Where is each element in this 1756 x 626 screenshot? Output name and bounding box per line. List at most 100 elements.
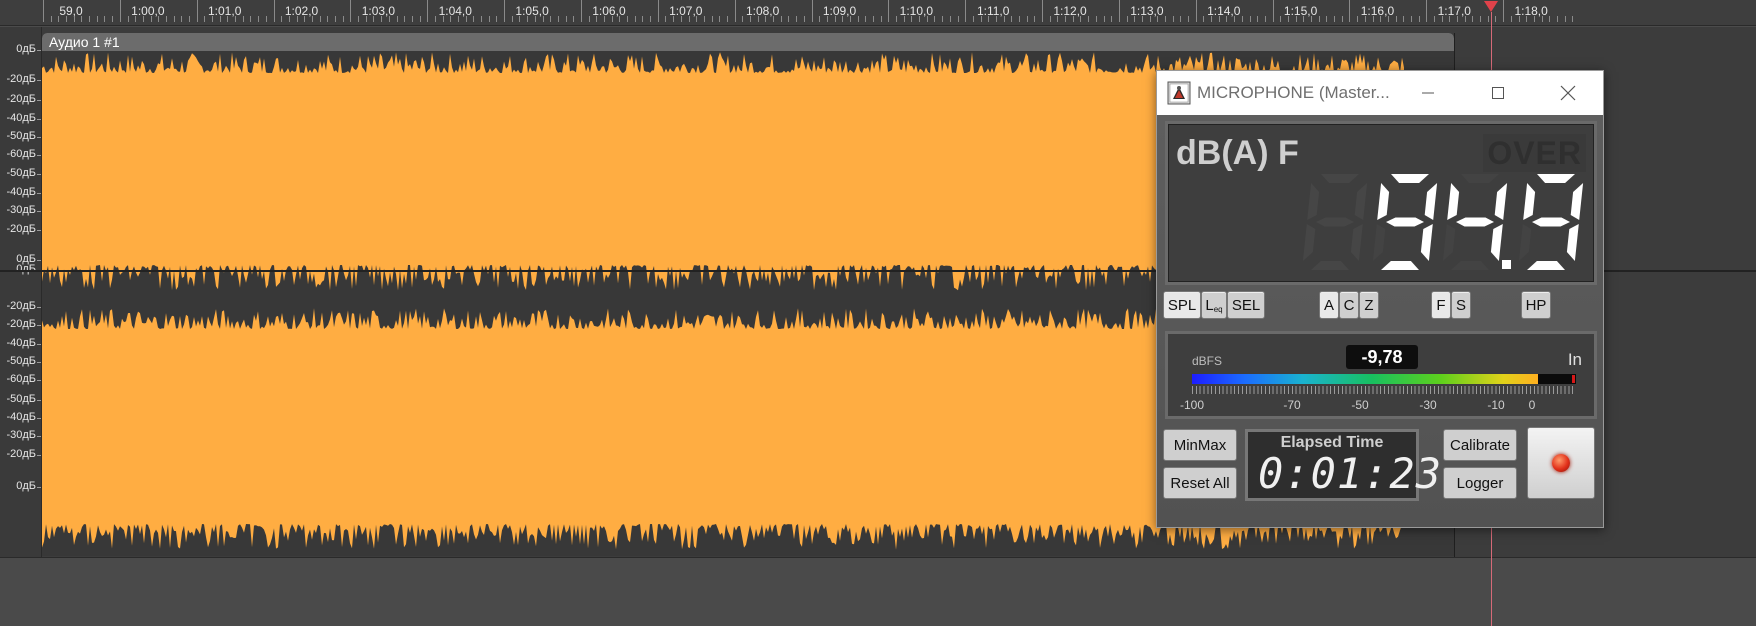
ruler-minor-tick: [719, 16, 721, 22]
ruler-minor-tick: [1141, 16, 1143, 22]
fast-response-button[interactable]: F: [1431, 291, 1451, 319]
logger-button[interactable]: Logger: [1443, 467, 1517, 499]
ruler-minor-tick: [227, 16, 229, 22]
seven-segment: [1442, 224, 1456, 261]
hp-filter-label: HP: [1525, 296, 1547, 314]
seven-segment: [1321, 174, 1359, 183]
c-weighting-button[interactable]: C: [1339, 291, 1359, 319]
leq-mode-label: L: [1205, 296, 1214, 314]
scale-label: -70: [1283, 398, 1301, 412]
clip-header[interactable]: Аудио 1 #1: [42, 33, 1454, 51]
ruler-minor-tick: [995, 16, 997, 22]
slow-response-button[interactable]: S: [1451, 291, 1471, 319]
ruler-minor-tick: [880, 16, 882, 22]
seven-segment: [1311, 261, 1349, 270]
ruler-minor-tick: [565, 16, 567, 22]
ruler-minor-tick: [219, 16, 221, 22]
ruler-minor-tick: [150, 16, 152, 22]
seven-segment: [1523, 183, 1536, 220]
ruler-minor-tick: [1472, 16, 1474, 22]
meter-titlebar[interactable]: MICROPHONE (Master...: [1157, 71, 1603, 115]
seven-segment: [1566, 224, 1579, 261]
empty-track-area[interactable]: [0, 557, 1756, 626]
ruler-minor-tick: [1418, 16, 1420, 22]
ruler-minor-tick: [1057, 16, 1059, 22]
db-scale-tick: [37, 260, 41, 261]
db-scale-tick: [37, 436, 41, 437]
ruler-minor-tick: [319, 16, 321, 22]
playhead-marker[interactable]: [1484, 1, 1498, 12]
ruler-minor-tick: [288, 16, 290, 22]
ruler-minor-tick: [1334, 16, 1336, 22]
db-scale-tick: [37, 211, 41, 212]
ruler-minor-tick: [826, 16, 828, 22]
ruler-minor-tick: [158, 16, 160, 22]
ruler-minor-tick: [1065, 16, 1067, 22]
ruler-minor-tick: [1326, 16, 1328, 22]
ruler-major-tick: [734, 0, 736, 22]
record-button[interactable]: [1527, 427, 1595, 499]
db-scale-label: -60дБ: [6, 373, 36, 385]
ruler-minor-tick: [1218, 16, 1220, 22]
ruler-minor-tick: [926, 16, 928, 22]
elapsed-time-panel: Elapsed Time 0:01:23: [1245, 429, 1441, 501]
ruler-minor-tick: [488, 16, 490, 22]
ruler-minor-tick: [1341, 16, 1343, 22]
ruler-minor-tick: [557, 16, 559, 22]
ruler-minor-tick: [311, 16, 313, 22]
ruler-major-tick: [888, 0, 890, 22]
over-indicator: OVER: [1483, 134, 1586, 172]
spl-meter-window: MICROPHONE (Master... dB(A) F OVER SPL L…: [1156, 70, 1604, 528]
ruler-minor-tick: [650, 16, 652, 22]
db-scale-label: -20дБ: [6, 93, 36, 105]
ruler-minor-tick: [481, 16, 483, 22]
ruler-major-tick: [657, 0, 659, 22]
ruler-minor-tick: [1280, 16, 1282, 22]
minimize-button[interactable]: [1393, 71, 1463, 115]
reset-all-button[interactable]: Reset All: [1163, 467, 1237, 499]
ruler-minor-tick: [1295, 16, 1297, 22]
ruler-minor-tick: [204, 16, 206, 22]
z-weighting-button[interactable]: Z: [1359, 291, 1379, 319]
ruler-minor-tick: [673, 16, 675, 22]
ruler-major-tick: [504, 0, 506, 22]
ruler-minor-tick: [742, 16, 744, 22]
db-scale-label: -20дБ: [6, 448, 36, 460]
ruler-minor-tick: [81, 16, 83, 22]
ruler-major-tick: [1042, 0, 1044, 22]
ruler-minor-tick: [50, 16, 52, 22]
ruler-minor-tick: [1072, 16, 1074, 22]
ruler-minor-tick: [373, 16, 375, 22]
hp-filter-button[interactable]: HP: [1521, 291, 1551, 319]
ruler-minor-tick: [1103, 16, 1105, 22]
sel-mode-button[interactable]: SEL: [1227, 291, 1265, 319]
leq-mode-button[interactable]: Leq: [1201, 291, 1227, 319]
db-scale-label: -20дБ: [6, 300, 36, 312]
ruler-minor-tick: [773, 16, 775, 22]
ruler-minor-tick: [1111, 16, 1113, 22]
clip-title: Аудио 1 #1: [49, 34, 120, 50]
ruler-minor-tick: [1372, 16, 1374, 22]
ruler-minor-tick: [796, 16, 798, 22]
maximize-button[interactable]: [1463, 71, 1533, 115]
spl-mode-button[interactable]: SPL: [1163, 291, 1201, 319]
ruler-minor-tick: [527, 16, 529, 22]
ruler-minor-tick: [1364, 16, 1366, 22]
seven-segment: [1302, 224, 1316, 261]
ruler-minor-tick: [988, 16, 990, 22]
minmax-button[interactable]: MinMax: [1163, 429, 1237, 461]
ruler-minor-tick: [173, 16, 175, 22]
ruler-minor-tick: [619, 16, 621, 22]
mode-buttons-row: SPL Leq SEL A C Z F S HP: [1157, 291, 1603, 321]
seven-segment: [1456, 217, 1494, 227]
ruler-minor-tick: [442, 16, 444, 22]
a-weighting-button[interactable]: A: [1319, 291, 1339, 319]
ruler-minor-tick: [1487, 16, 1489, 22]
close-button[interactable]: [1533, 71, 1603, 115]
calibrate-button[interactable]: Calibrate: [1443, 429, 1517, 461]
ruler-minor-tick: [604, 16, 605, 22]
ruler-major-tick: [1503, 0, 1505, 22]
ruler-minor-tick: [680, 16, 682, 22]
ruler-minor-tick: [765, 16, 767, 22]
ruler-minor-tick: [1157, 16, 1159, 22]
